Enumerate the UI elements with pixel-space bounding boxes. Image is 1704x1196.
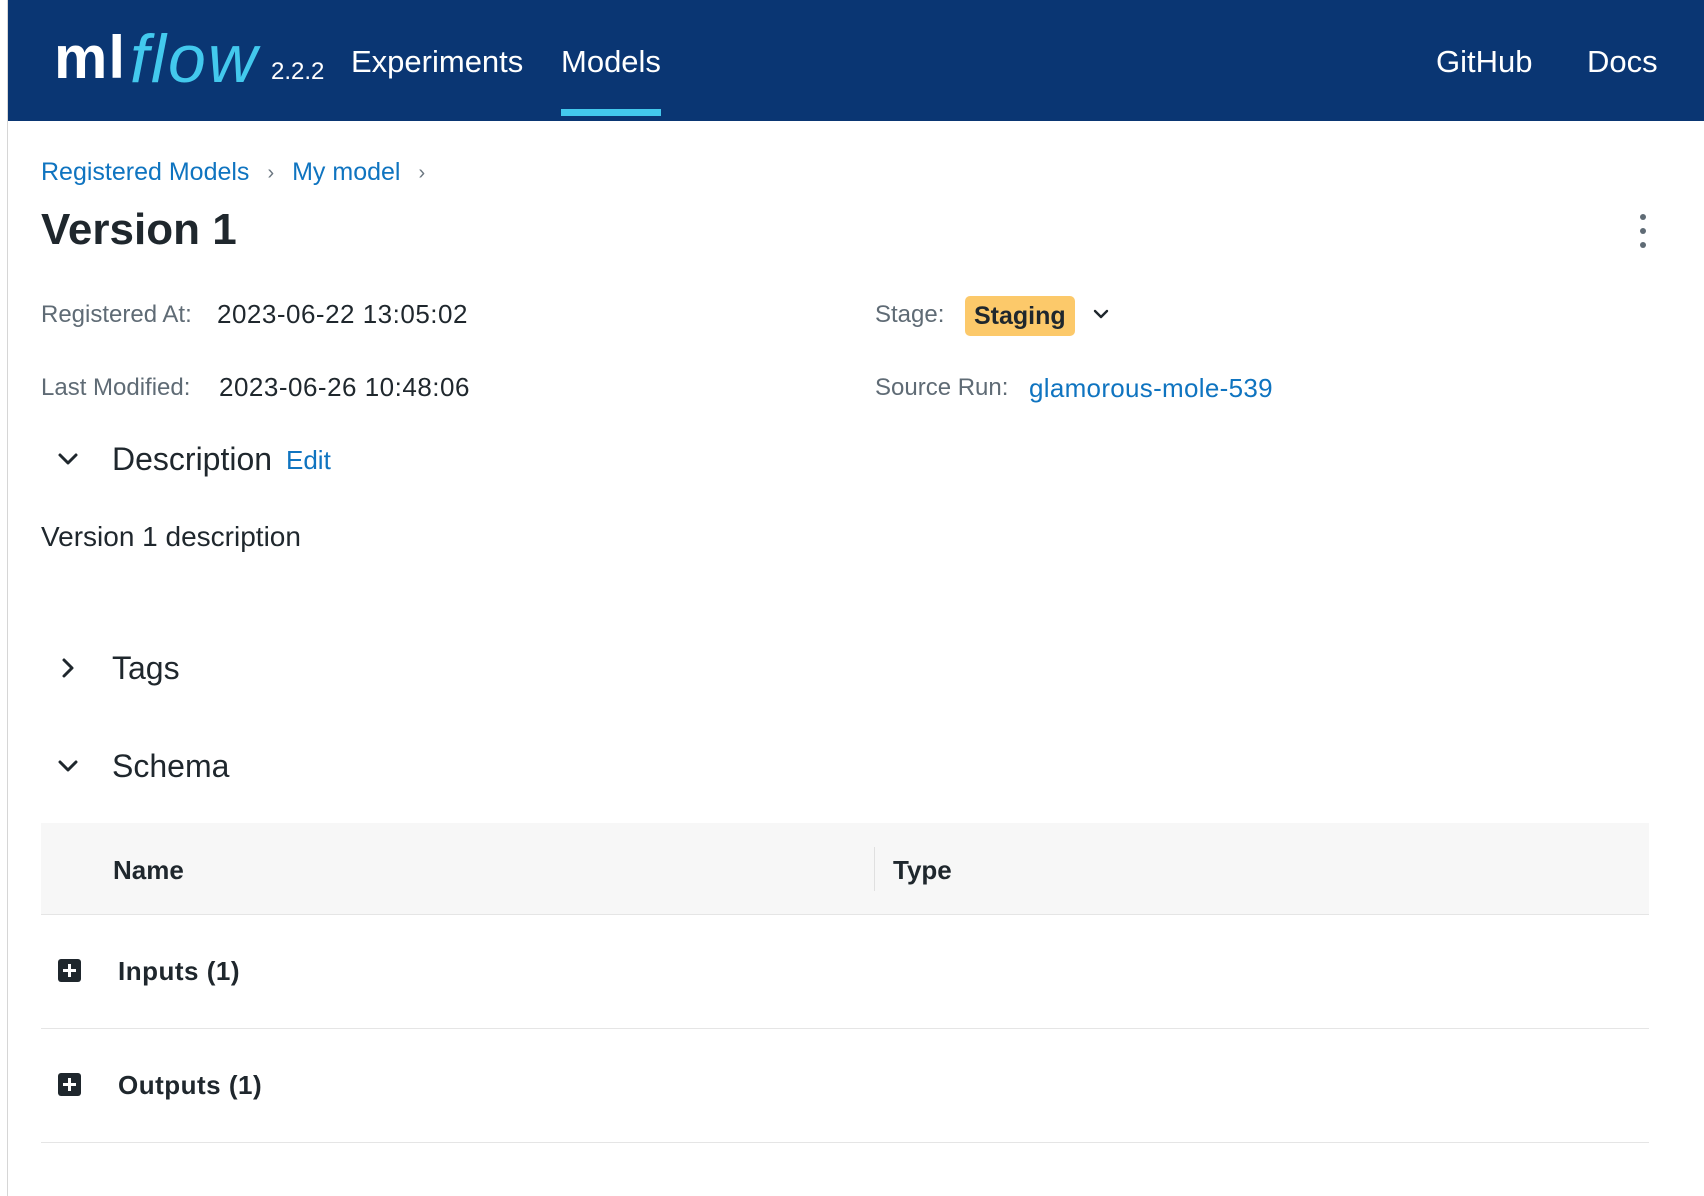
chevron-right-icon: › <box>267 161 275 184</box>
schema-outputs-label[interactable]: Outputs (1) <box>118 1072 262 1098</box>
chevron-down-icon[interactable] <box>54 445 82 473</box>
nav-github[interactable]: GitHub <box>1436 46 1532 77</box>
logo-flow-text: flow <box>130 21 259 97</box>
chevron-down-icon[interactable] <box>1091 304 1111 324</box>
schema-inputs-label[interactable]: Inputs (1) <box>118 958 240 984</box>
last-modified-label: Last Modified: <box>41 374 191 401</box>
logo-ml-text: ml <box>54 24 127 91</box>
breadcrumb: Registered Models › My model › <box>41 160 443 185</box>
page-title: Version 1 <box>41 205 237 254</box>
edit-description-link[interactable]: Edit <box>286 447 331 473</box>
nav-docs[interactable]: Docs <box>1587 46 1658 77</box>
mlflow-logo[interactable]: ml flow 2.2.2 <box>54 16 324 106</box>
column-header-type: Type <box>893 855 952 885</box>
nav-models[interactable]: Models <box>561 46 661 116</box>
page: ml flow 2.2.2 Experiments Models GitHub … <box>7 0 1704 1196</box>
chevron-down-icon[interactable] <box>54 752 82 780</box>
breadcrumb-my-model[interactable]: My model <box>292 160 400 185</box>
column-divider <box>874 847 875 891</box>
chevron-right-icon: › <box>418 161 426 184</box>
schema-title[interactable]: Schema <box>112 750 229 782</box>
registered-at-value: 2023-06-22 13:05:02 <box>217 299 468 329</box>
stage-badge[interactable]: Staging <box>965 296 1075 336</box>
stage-label: Stage: <box>875 301 945 328</box>
description-title[interactable]: Description <box>112 443 272 475</box>
schema-table-header: Name Type <box>41 823 1649 915</box>
table-row: Inputs (1) <box>41 915 1649 1029</box>
registered-at-label: Registered At: <box>41 301 192 328</box>
kebab-menu-icon[interactable] <box>1636 214 1650 248</box>
source-run-link[interactable]: glamorous-mole-539 <box>1029 375 1273 401</box>
chevron-right-icon[interactable] <box>54 654 82 682</box>
nav-experiments[interactable]: Experiments <box>351 46 523 77</box>
version-label: 2.2.2 <box>270 58 325 85</box>
schema-table: Name Type Inputs (1) Outputs (1) <box>41 823 1649 1143</box>
breadcrumb-registered-models[interactable]: Registered Models <box>41 160 249 185</box>
tags-title[interactable]: Tags <box>112 652 180 684</box>
top-navbar: ml flow 2.2.2 Experiments Models GitHub … <box>8 0 1704 121</box>
last-modified-value: 2023-06-26 10:48:06 <box>219 372 470 402</box>
column-header-name: Name <box>113 855 184 885</box>
description-text: Version 1 description <box>41 521 301 552</box>
table-row: Outputs (1) <box>41 1029 1649 1143</box>
source-run-label: Source Run: <box>875 374 1009 401</box>
plus-square-icon[interactable] <box>58 959 81 982</box>
plus-square-icon[interactable] <box>58 1073 81 1096</box>
